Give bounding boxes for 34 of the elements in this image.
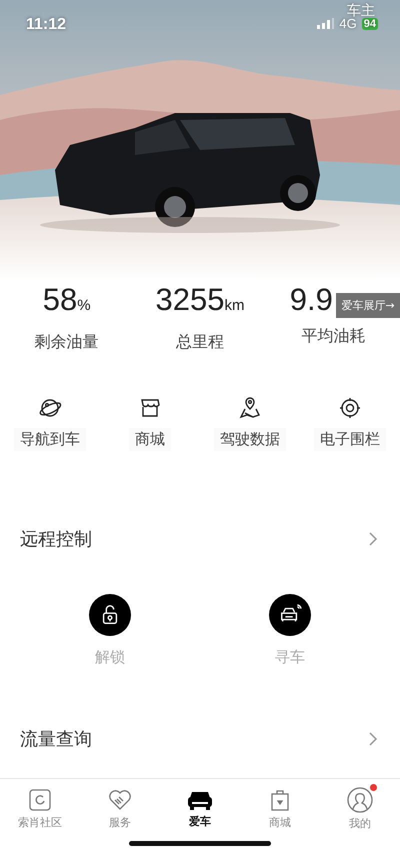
signal-icon [317,18,334,29]
stat-label: 剩余油量 [34,332,99,353]
remote-control-label: 解锁 [95,648,125,667]
quick-action-label[interactable]: 商城 [129,428,171,451]
stat-value: 3255km [156,281,244,319]
section-title: 远程控制 [20,528,92,551]
car-icon [187,789,213,811]
chevron-right-icon[interactable] [369,732,378,746]
quick-action-label[interactable]: 导航到车 [14,428,86,451]
tab[interactable]: 我的 [320,779,400,839]
tab[interactable]: 服务 [80,779,160,839]
remote-control-button[interactable] [89,594,131,636]
chevron-right-icon[interactable] [369,532,378,546]
map-pin-icon [238,396,262,420]
network-type: 4G [339,16,357,31]
status-time: 11:12 [26,16,66,34]
target-icon [338,396,362,420]
section-title: 流量查询 [20,728,92,751]
stat-value: 58% [42,281,91,319]
tab[interactable]: 商城 [240,779,320,839]
user-icon [347,787,373,813]
stat-value: 9.9 [290,281,333,319]
tab[interactable]: 爱车 [160,779,240,839]
tab[interactable]: 索肖社区 [0,779,80,839]
quick-action-label[interactable]: 电子围栏 [314,428,386,451]
showroom-link[interactable]: 爱车展厅→ [336,293,400,318]
quick-action-label[interactable]: 驾驶数据 [214,428,286,451]
role-label: 车主 [347,2,375,19]
handshake-heart-icon [108,788,132,812]
stat-label: 总里程 [176,332,224,353]
remote-control-button[interactable] [269,594,311,636]
remote-control-label: 寻车 [275,648,305,667]
community-icon [28,788,52,812]
stat-label: 平均油耗 [301,326,366,347]
